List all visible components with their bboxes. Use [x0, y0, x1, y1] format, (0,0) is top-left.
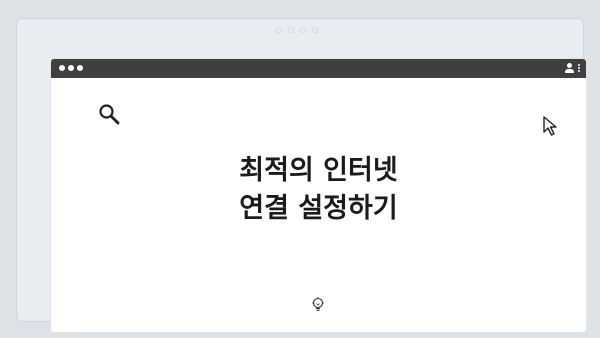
browser-window: 최적의 인터넷 연결 설정하기 — [51, 59, 586, 332]
kebab-menu-icon[interactable] — [578, 64, 580, 72]
outer-frame: ○○○○ 최적의 인터넷 연결 설정하기 — [16, 18, 586, 332]
titlebar-actions — [565, 63, 580, 73]
window-dot-close[interactable] — [59, 65, 65, 71]
headline-line-2: 연결 설정하기 — [239, 193, 398, 224]
window-dot-minimize[interactable] — [68, 65, 74, 71]
cursor-arrow-icon — [543, 116, 557, 136]
lightbulb-icon — [312, 297, 324, 311]
search-icon — [99, 104, 120, 125]
window-dot-maximize[interactable] — [77, 65, 83, 71]
window-controls — [59, 65, 83, 71]
title-bar — [51, 59, 586, 78]
carousel-dots: ○○○○ — [275, 26, 325, 34]
headline-line-1: 최적의 인터넷 — [239, 155, 398, 186]
content-area: 최적의 인터넷 연결 설정하기 — [51, 78, 586, 332]
page-title: 최적의 인터넷 연결 설정하기 — [51, 152, 586, 228]
user-icon[interactable] — [565, 63, 574, 73]
